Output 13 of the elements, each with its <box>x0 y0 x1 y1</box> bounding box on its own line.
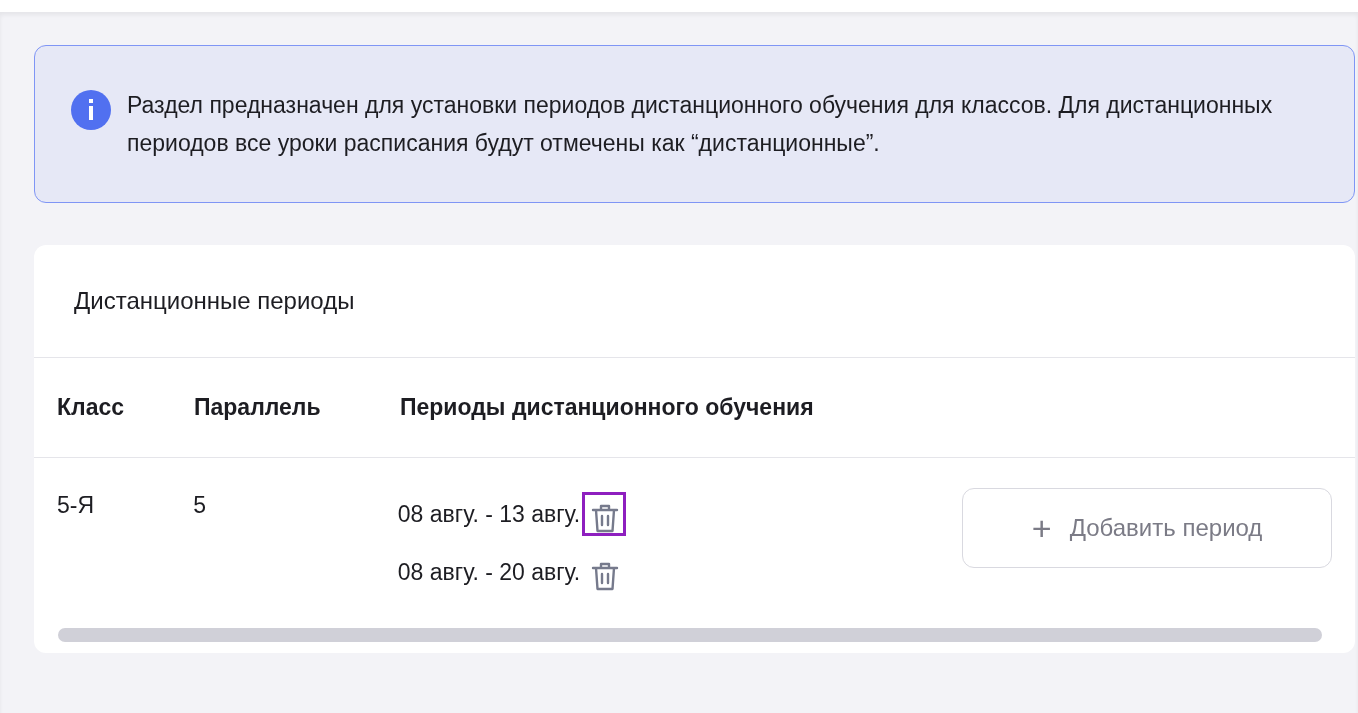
period-text: 08 авгу. - 20 авгу. <box>397 557 581 587</box>
table-cell: 5 <box>193 492 206 518</box>
info-icon <box>71 90 111 130</box>
table-cell: 5-Я <box>57 492 95 518</box>
info-text: Раздел предназначен для установки периодов дистанционного обучения для классов. Для дистанционных периодов все уроки расписания будут отмечены как “дистанционные”. <box>127 91 1274 158</box>
period-text: 08 авгу. - 13 авгу. <box>397 499 581 529</box>
scrollbar[interactable] <box>58 628 1322 642</box>
add-period-button[interactable]: + Добавить период <box>962 488 1332 568</box>
card-title: Дистанционные периоды <box>34 245 1355 358</box>
column-header: Параллель <box>194 394 321 421</box>
column-header: Класс <box>57 394 125 421</box>
delete-icon[interactable] <box>582 492 627 536</box>
column-header: Периоды дистанционного обучения <box>400 394 814 421</box>
